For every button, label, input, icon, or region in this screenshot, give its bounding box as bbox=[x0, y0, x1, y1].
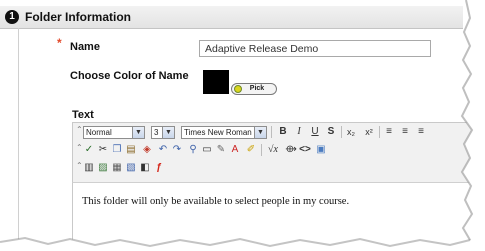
page: 1 Folder Information * Name Choose Color… bbox=[0, 0, 485, 251]
torn-edge-decoration bbox=[0, 0, 485, 251]
